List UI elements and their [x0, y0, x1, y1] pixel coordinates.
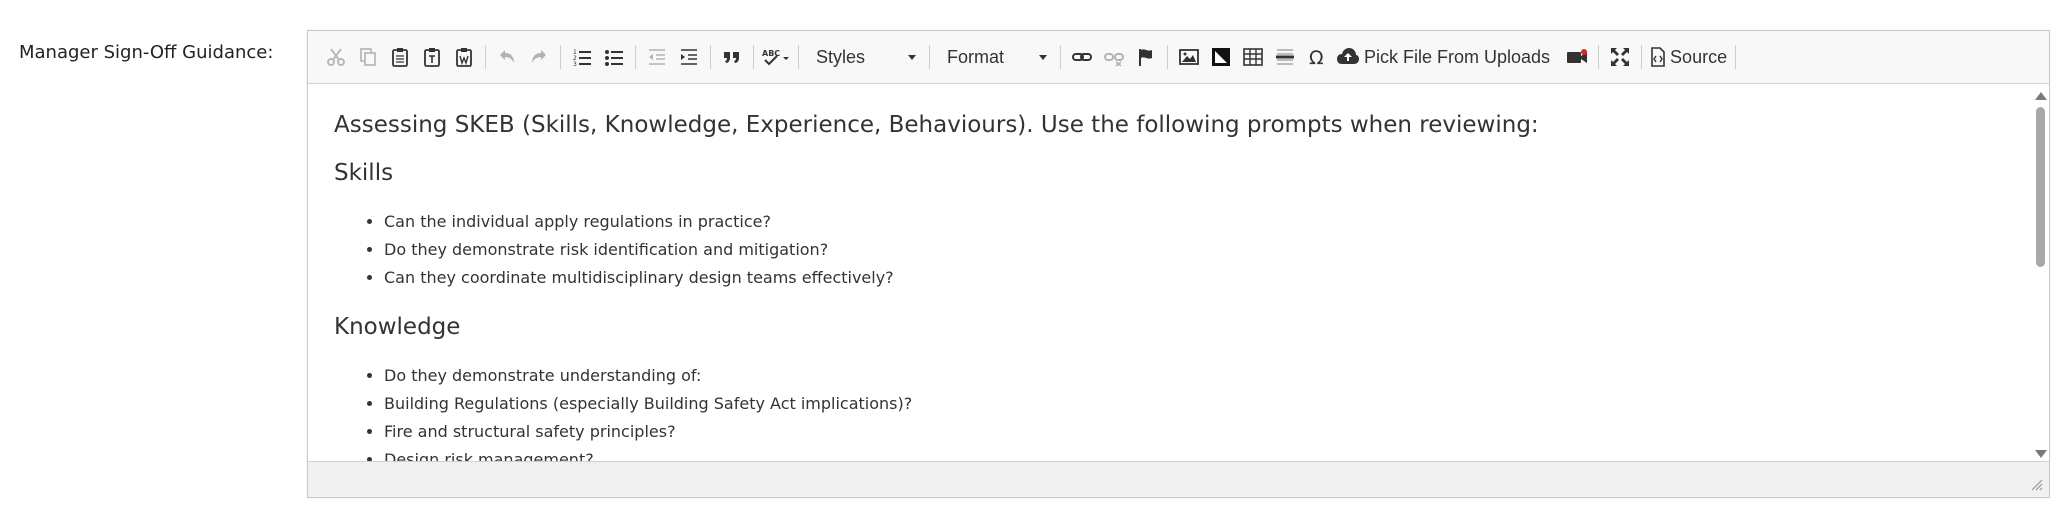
undo-icon[interactable] — [491, 41, 523, 73]
spellcheck-group: ABC — [759, 39, 793, 75]
knowledge-heading: Knowledge — [334, 314, 461, 340]
indent-group — [641, 39, 705, 75]
toolbar-separator — [710, 45, 711, 69]
paste-word-icon[interactable] — [448, 41, 480, 73]
svg-text:3: 3 — [573, 61, 577, 67]
chevron-down-icon — [908, 54, 916, 60]
styles-dropdown-label: Styles — [816, 46, 866, 67]
editor-toolbar: 123 ABC Styles Format Ω Pick File From U… — [308, 31, 2049, 84]
history-group — [491, 39, 555, 75]
special-char-icon[interactable]: Ω — [1301, 41, 1333, 73]
rich-text-editor: 123 ABC Styles Format Ω Pick File From U… — [307, 30, 2050, 498]
copy-icon[interactable] — [352, 41, 384, 73]
list-item: Can the individual apply regulations in … — [384, 208, 2009, 236]
pick-file-button[interactable]: Pick File From Uploads — [1333, 41, 1553, 73]
paste-text-icon[interactable] — [416, 41, 448, 73]
toolbar-separator — [1641, 45, 1643, 69]
toolbar-separator — [929, 45, 930, 69]
editor-status-bar — [308, 461, 2049, 497]
bulleted-list-icon[interactable] — [598, 41, 630, 73]
chevron-down-icon — [1039, 54, 1047, 60]
cut-icon[interactable] — [320, 41, 352, 73]
list-item: Building Regulations (especially Buildin… — [384, 390, 2009, 418]
image-icon[interactable] — [1173, 41, 1205, 73]
clipboard-group — [320, 39, 480, 75]
svg-text:Ω: Ω — [1309, 47, 1324, 67]
resize-grip-icon[interactable] — [2031, 479, 2043, 491]
view-group — [1604, 39, 1636, 75]
toolbar-separator — [1060, 45, 1061, 69]
anchor-icon[interactable] — [1130, 41, 1162, 73]
knowledge-list: Do they demonstrate understanding of: Bu… — [334, 362, 2009, 474]
table-icon[interactable] — [1237, 41, 1269, 73]
source-label: Source — [1670, 46, 1728, 67]
redo-icon[interactable] — [523, 41, 555, 73]
toolbar-separator — [1167, 45, 1168, 69]
toolbar-separator — [1598, 45, 1600, 69]
horizontal-rule-icon[interactable] — [1269, 41, 1301, 73]
toolbar-separator — [635, 45, 636, 69]
unlink-icon[interactable] — [1098, 41, 1130, 73]
format-dropdown-label: Format — [947, 46, 1005, 67]
quote-group — [716, 39, 748, 75]
link-group — [1066, 39, 1162, 75]
field-label: Manager Sign-Off Guidance: — [19, 42, 274, 63]
toolbar-separator — [1735, 45, 1737, 69]
intro-paragraph: Assessing SKEB (Skills, Knowledge, Exper… — [334, 112, 1539, 138]
outdent-icon[interactable] — [641, 41, 673, 73]
list-item: Fire and structural safety principles? — [384, 418, 2009, 446]
spellcheck-icon[interactable]: ABC — [759, 41, 793, 73]
scrollbar-thumb[interactable] — [2036, 107, 2045, 267]
format-dropdown[interactable]: Format — [935, 41, 1055, 73]
list-group: 123 — [566, 39, 630, 75]
skills-heading: Skills — [334, 160, 394, 186]
toolbar-separator — [798, 45, 799, 69]
image-alt-icon[interactable] — [1205, 41, 1237, 73]
vertical-scrollbar[interactable] — [2031, 85, 2049, 462]
styles-dropdown[interactable]: Styles — [804, 41, 924, 73]
source-group: Source — [1647, 39, 1730, 75]
list-item: Can they coordinate multidisciplinary de… — [384, 264, 2009, 292]
paste-icon[interactable] — [384, 41, 416, 73]
toolbar-separator — [753, 45, 754, 69]
skills-list: Can the individual apply regulations in … — [334, 208, 2009, 292]
toolbar-separator — [560, 45, 561, 69]
list-item: Do they demonstrate risk identification … — [384, 236, 2009, 264]
link-icon[interactable] — [1066, 41, 1098, 73]
toolbar-separator — [485, 45, 486, 69]
numbered-list-icon[interactable]: 123 — [566, 41, 598, 73]
editor-content-area[interactable]: Assessing SKEB (Skills, Knowledge, Exper… — [308, 85, 2049, 490]
indent-icon[interactable] — [673, 41, 705, 73]
source-button[interactable]: Source — [1647, 41, 1730, 73]
pick-file-label: Pick File From Uploads — [1364, 46, 1551, 67]
list-item: Do they demonstrate understanding of: — [384, 362, 2009, 390]
scroll-down-arrow-icon[interactable] — [2035, 450, 2047, 458]
editor-body[interactable]: Assessing SKEB (Skills, Knowledge, Exper… — [334, 85, 2009, 490]
scroll-up-arrow-icon[interactable] — [2035, 92, 2047, 100]
maximize-icon[interactable] — [1604, 41, 1636, 73]
insert-group: Ω Pick File From Uploads — [1173, 39, 1593, 75]
video-icon[interactable] — [1561, 41, 1593, 73]
cloud-upload-icon — [1337, 48, 1359, 64]
source-icon — [1651, 47, 1665, 67]
blockquote-icon[interactable] — [716, 41, 748, 73]
